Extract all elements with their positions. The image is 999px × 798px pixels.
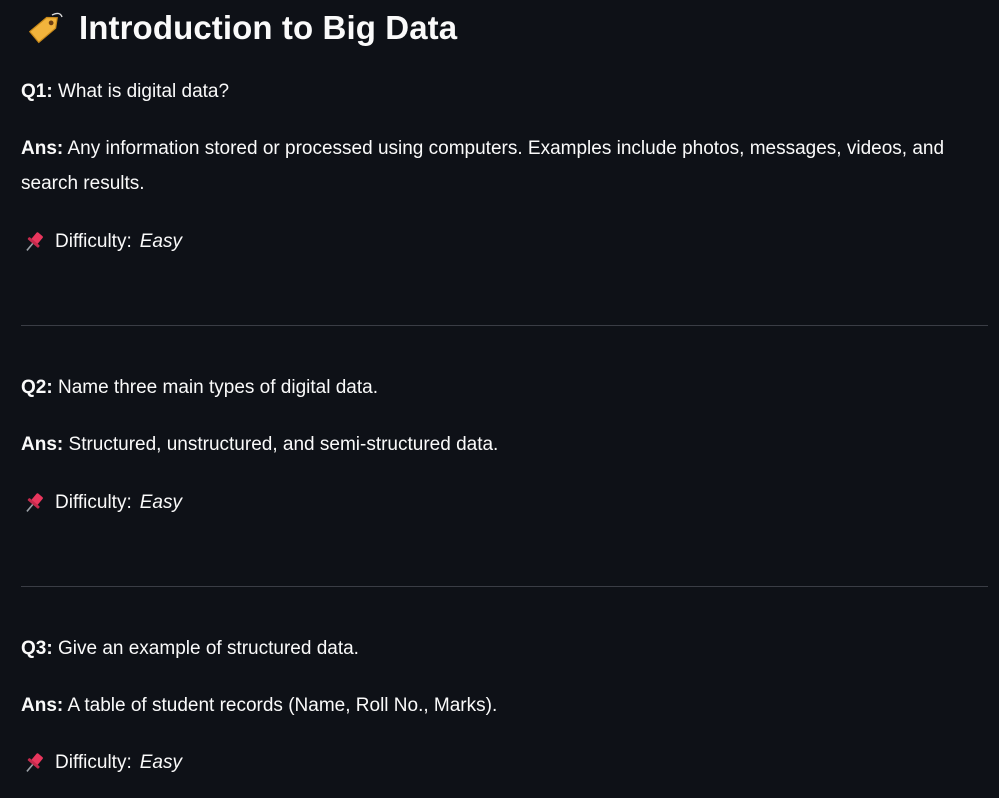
- pushpin-icon: [21, 229, 47, 255]
- question-line: Q3: Give an example of structured data.: [21, 631, 359, 666]
- label-tag-icon: [25, 8, 65, 48]
- question-label: Q1:: [21, 81, 53, 102]
- pushpin-icon: [21, 490, 47, 516]
- difficulty-label: Difficulty:: [55, 492, 132, 513]
- difficulty-value: Easy: [139, 492, 182, 513]
- answer-text: Structured, unstructured, and semi-struc…: [68, 434, 499, 455]
- difficulty-label: Difficulty:: [55, 752, 132, 773]
- page-title-text: Introduction to Big Data: [79, 9, 458, 46]
- difficulty-value: Easy: [139, 231, 182, 252]
- question-label: Q3:: [21, 638, 53, 659]
- question-label: Q2:: [21, 377, 53, 398]
- pushpin-icon: [21, 750, 47, 776]
- divider: [21, 325, 988, 326]
- question-text: Name three main types of digital data.: [57, 377, 378, 398]
- answer-line: Ans: A table of student records (Name, R…: [21, 688, 497, 723]
- question-text: What is digital data?: [57, 81, 230, 102]
- question-line: Q2: Name three main types of digital dat…: [21, 370, 378, 405]
- difficulty-line: Difficulty: Easy: [21, 224, 182, 259]
- answer-label: Ans:: [21, 434, 64, 455]
- answer-text: Any information stored or processed usin…: [21, 138, 945, 194]
- difficulty-label: Difficulty:: [55, 231, 132, 252]
- divider: [21, 586, 988, 587]
- question-line: Q1: What is digital data?: [21, 74, 229, 109]
- difficulty-line: Difficulty: Easy: [21, 485, 182, 520]
- difficulty-value: Easy: [139, 752, 182, 773]
- difficulty-line: Difficulty: Easy: [21, 745, 182, 780]
- answer-text: A table of student records (Name, Roll N…: [67, 695, 498, 716]
- answer-line: Ans: Structured, unstructured, and semi-…: [21, 427, 498, 462]
- question-text: Give an example of structured data.: [57, 638, 359, 659]
- answer-line: Ans: Any information stored or processed…: [21, 131, 981, 201]
- page-title: Introduction to Big Data: [25, 6, 457, 50]
- answer-label: Ans:: [21, 695, 64, 716]
- answer-label: Ans:: [21, 138, 64, 159]
